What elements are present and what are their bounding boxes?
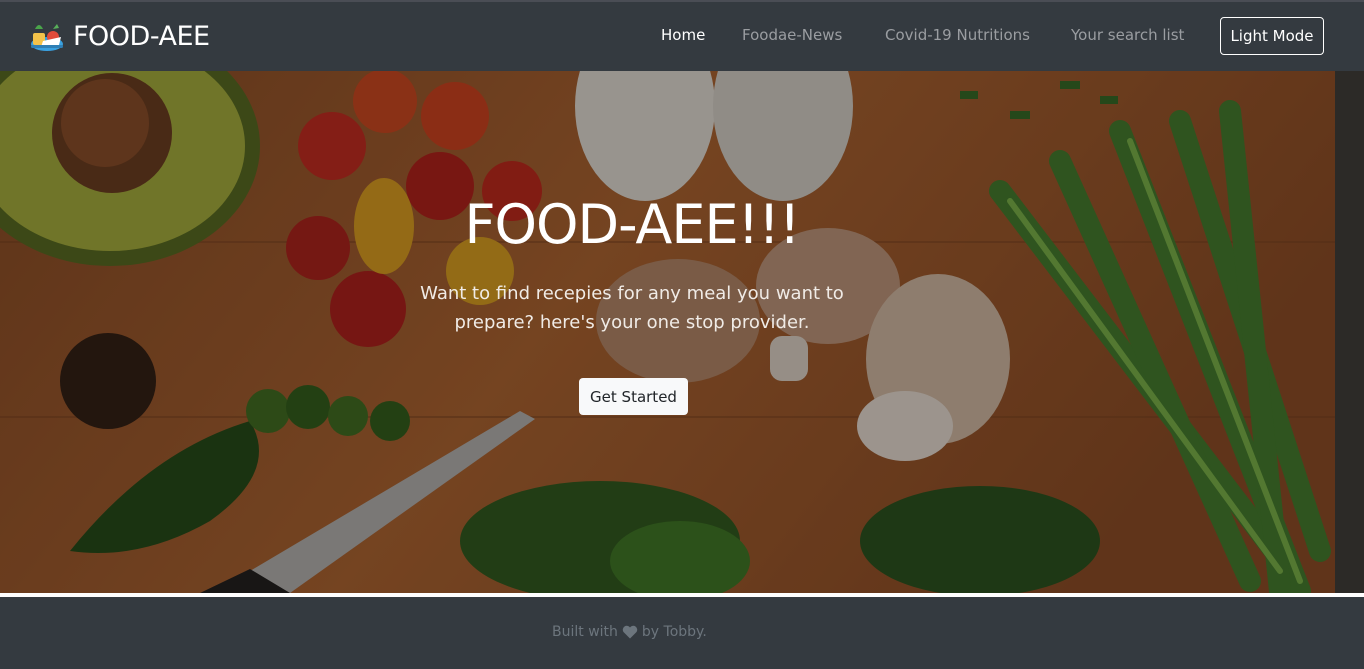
brand-title: FOOD-AEE	[73, 20, 210, 52]
hero-title: FOOD-AEE!!!	[464, 193, 800, 256]
brand[interactable]: FOOD-AEE	[29, 16, 210, 56]
hero-section: FOOD-AEE!!! Want to find recepies for an…	[0, 71, 1364, 593]
navbar: FOOD-AEE Home Foodae-News Covid-19 Nutri…	[0, 2, 1364, 71]
hero-subtitle: Want to find recepies for any meal you w…	[420, 283, 844, 333]
nav-link-search-list[interactable]: Your search list	[1071, 26, 1184, 44]
get-started-button[interactable]: Get Started	[579, 378, 688, 415]
footer-suffix: by Tobby.	[641, 624, 707, 640]
footer: Built with by Tobby.	[0, 597, 1364, 669]
heart-icon	[622, 625, 638, 639]
nav-link-covid-nutritions[interactable]: Covid-19 Nutritions	[885, 26, 1030, 44]
light-mode-button[interactable]: Light Mode	[1220, 17, 1324, 55]
nav-link-home[interactable]: Home	[661, 26, 705, 44]
footer-credit: Built with by Tobby.	[552, 624, 707, 640]
nav-link-foodae-news[interactable]: Foodae-News	[742, 26, 842, 44]
food-logo-icon	[31, 24, 63, 51]
footer-prefix: Built with	[552, 624, 618, 640]
